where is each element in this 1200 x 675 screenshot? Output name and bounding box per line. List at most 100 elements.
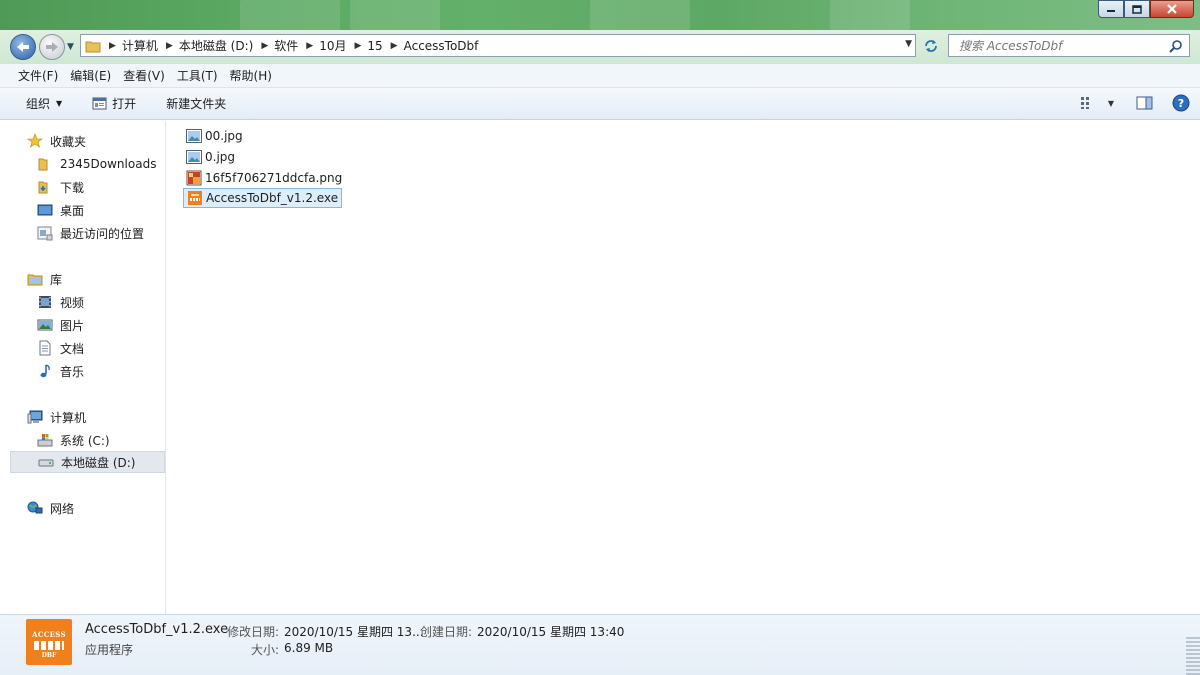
open-button[interactable]: 打开 xyxy=(84,91,144,116)
hard-drive-icon xyxy=(37,453,55,471)
exe-large-icon: ACCESS DBF xyxy=(26,619,72,665)
nav-network[interactable]: 网络 xyxy=(10,497,165,519)
nav-item-label: 2345Downloads xyxy=(60,157,157,171)
chevron-right-icon[interactable]: ▶ xyxy=(261,41,268,51)
library-icon xyxy=(26,270,44,288)
maximize-icon xyxy=(1132,4,1142,14)
minimize-button[interactable] xyxy=(1098,0,1124,18)
chevron-down-icon: ▼ xyxy=(56,99,63,108)
search-icon[interactable] xyxy=(1169,39,1183,53)
file-name: 16f5f706271ddcfa.png xyxy=(205,171,343,185)
list-item[interactable]: 00.jpg xyxy=(183,126,246,146)
star-icon xyxy=(26,132,44,150)
open-label: 打开 xyxy=(112,97,137,111)
icon-text-top: ACCESS xyxy=(32,630,66,639)
close-button[interactable] xyxy=(1150,0,1194,18)
maximize-button[interactable] xyxy=(1124,0,1150,18)
nav-network-label: 网络 xyxy=(50,501,75,516)
command-bar: 组织 ▼ 打开 新建文件夹 ▼ ? xyxy=(0,88,1200,120)
nav-item-videos[interactable]: 视频 xyxy=(10,291,165,313)
nav-item-2345downloads[interactable]: 2345Downloads xyxy=(10,153,165,175)
help-icon[interactable]: ? xyxy=(1172,94,1190,112)
nav-computer[interactable]: 计算机 xyxy=(10,406,165,428)
recent-pages-dropdown[interactable]: ▼ xyxy=(67,42,74,52)
menu-help[interactable]: 帮助(H) xyxy=(224,65,278,86)
menu-file[interactable]: 文件(F) xyxy=(12,65,64,86)
computer-icon xyxy=(26,408,44,426)
nav-item-music[interactable]: 音乐 xyxy=(10,360,165,382)
back-button[interactable] xyxy=(10,34,36,60)
nav-item-label: 系统 (C:) xyxy=(60,433,110,448)
resize-grip[interactable] xyxy=(1186,635,1200,675)
nav-computer-label: 计算机 xyxy=(50,410,87,425)
list-item-selected[interactable]: AccessToDbf_v1.2.exe xyxy=(183,188,343,208)
nav-item-desktop[interactable]: 桌面 xyxy=(10,199,165,221)
pictures-icon xyxy=(36,316,54,334)
view-options-dropdown[interactable]: ▼ xyxy=(1108,99,1114,108)
image-file-icon xyxy=(186,128,202,144)
breadcrumb-accesstodbf[interactable]: AccessToDbf xyxy=(404,39,479,53)
chevron-right-icon[interactable]: ▶ xyxy=(166,41,173,51)
nav-item-pictures[interactable]: 图片 xyxy=(10,314,165,336)
details-file-name: AccessToDbf_v1.2.exe xyxy=(85,622,229,637)
nav-libraries-label: 库 xyxy=(50,272,63,287)
forward-button[interactable] xyxy=(39,34,65,60)
open-program-icon xyxy=(92,97,107,109)
size-label: 大小: xyxy=(251,643,280,657)
nav-item-system-c[interactable]: 系统 (C:) xyxy=(10,429,165,451)
nav-item-downloads[interactable]: 下载 xyxy=(10,176,165,198)
file-name: AccessToDbf_v1.2.exe xyxy=(206,191,339,205)
file-list: 00.jpg 0.jpg 16f5f706271ddcfa.png Access… xyxy=(167,121,1200,614)
change-view-icon[interactable] xyxy=(1080,96,1096,110)
recent-places-icon xyxy=(36,224,54,242)
image-file-icon xyxy=(186,149,202,165)
breadcrumb-software[interactable]: 软件 xyxy=(274,37,298,54)
nav-favorites[interactable]: 收藏夹 xyxy=(10,130,165,152)
nav-item-label: 图片 xyxy=(60,318,85,333)
file-name: 0.jpg xyxy=(205,150,236,164)
downloads-folder-icon xyxy=(36,178,54,196)
forward-arrow-icon xyxy=(46,42,58,52)
nav-item-recent-places[interactable]: 最近访问的位置 xyxy=(10,222,165,244)
breadcrumb-drive-d[interactable]: 本地磁盘 (D:) xyxy=(179,37,253,54)
new-folder-button[interactable]: 新建文件夹 xyxy=(158,91,234,116)
icon-text-bottom: DBF xyxy=(41,652,57,659)
svg-text:?: ? xyxy=(1178,97,1184,110)
chevron-right-icon[interactable]: ▶ xyxy=(391,41,398,51)
nav-item-documents[interactable]: 文档 xyxy=(10,337,165,359)
menu-view[interactable]: 查看(V) xyxy=(117,65,171,86)
search-input[interactable] xyxy=(959,38,1159,53)
details-pane: ACCESS DBF AccessToDbf_v1.2.exe 应用程序 修改日… xyxy=(0,614,1200,675)
search-box xyxy=(948,34,1190,57)
chevron-right-icon[interactable]: ▶ xyxy=(109,41,116,51)
list-item[interactable]: 0.jpg xyxy=(183,147,238,167)
breadcrumb-15[interactable]: 15 xyxy=(367,39,382,53)
size-value: 6.89 MB xyxy=(284,641,334,655)
created-value: 2020/10/15 星期四 13:40 xyxy=(477,625,625,639)
nav-libraries[interactable]: 库 xyxy=(10,268,165,290)
chevron-right-icon[interactable]: ▶ xyxy=(306,41,313,51)
system-drive-icon xyxy=(36,431,54,449)
breadcrumb-computer[interactable]: 计算机 xyxy=(122,37,158,54)
title-bar[interactable] xyxy=(0,0,1200,30)
modified-value: 2020/10/15 星期四 13... xyxy=(284,625,424,639)
chevron-right-icon[interactable]: ▶ xyxy=(354,41,361,51)
organize-button[interactable]: 组织 ▼ xyxy=(18,91,70,116)
address-bar[interactable]: ▶ 计算机 ▶ 本地磁盘 (D:) ▶ 软件 ▶ 10月 ▶ 15 ▶ Acce… xyxy=(80,34,916,57)
breadcrumb-october[interactable]: 10月 xyxy=(319,37,346,54)
folder-icon xyxy=(85,41,101,52)
preview-pane-icon[interactable] xyxy=(1136,95,1154,111)
view-tools: ▼ ? xyxy=(1080,94,1190,112)
modified-label: 修改日期: xyxy=(227,625,280,639)
organize-label: 组织 xyxy=(26,97,51,111)
nav-item-label: 音乐 xyxy=(60,364,85,379)
nav-item-local-disk-d[interactable]: 本地磁盘 (D:) xyxy=(10,451,165,473)
menu-edit[interactable]: 编辑(E) xyxy=(64,65,117,86)
icon-grid xyxy=(34,641,64,650)
address-history-dropdown[interactable]: ▼ xyxy=(905,39,912,49)
file-name: 00.jpg xyxy=(205,129,243,143)
nav-item-label: 桌面 xyxy=(60,203,85,218)
list-item[interactable]: 16f5f706271ddcfa.png xyxy=(183,168,345,188)
refresh-button[interactable] xyxy=(920,36,942,56)
menu-tools[interactable]: 工具(T) xyxy=(171,65,224,86)
